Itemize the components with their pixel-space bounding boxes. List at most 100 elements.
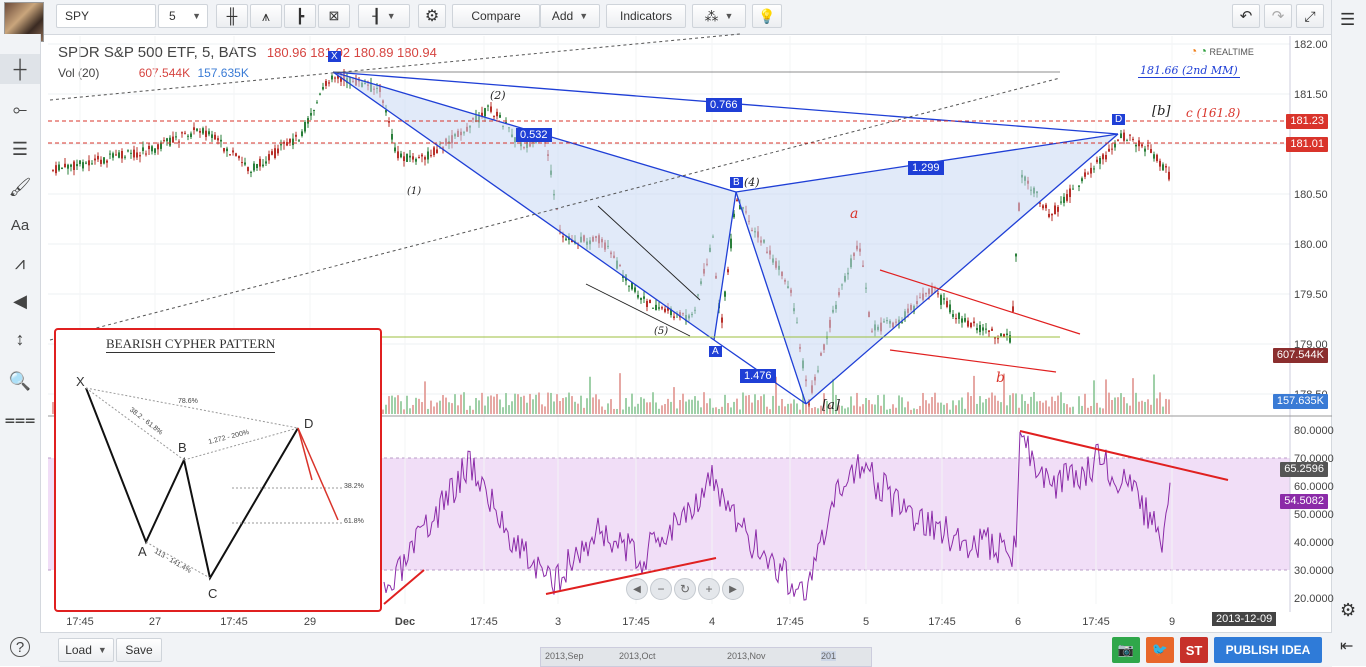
volume-bar <box>1045 400 1047 414</box>
candle-body <box>829 319 831 328</box>
candle-body <box>556 209 558 211</box>
reset-button[interactable]: ↻ <box>674 578 696 600</box>
volume-bar <box>406 395 408 414</box>
candle-body <box>370 82 372 92</box>
help-button[interactable]: ? <box>0 632 40 662</box>
drawing-tools-select[interactable]: ⁂ ▼ <box>692 4 746 28</box>
candle-body <box>895 321 897 323</box>
volume-bar <box>499 399 501 414</box>
chart-type-select[interactable]: ┨ ▼ <box>358 4 410 28</box>
trendline-tool[interactable]: ⟜ <box>0 94 40 124</box>
point-d-label: D <box>1112 114 1126 125</box>
candle-body <box>925 292 927 295</box>
settings-button[interactable]: ⚙ <box>418 4 446 28</box>
candles-style-button[interactable]: ╫ <box>216 4 248 28</box>
pattern-line <box>713 191 737 341</box>
candle-body <box>331 75 333 80</box>
zoom-in-button[interactable]: + <box>698 578 720 600</box>
candle-body <box>208 131 210 135</box>
scroll-left-button[interactable]: ◀ <box>626 578 648 600</box>
pattern-tool[interactable]: ⩘ <box>0 248 40 278</box>
oscillator-line <box>383 431 1171 601</box>
candle-body <box>274 148 276 158</box>
volume-bar <box>1153 374 1155 414</box>
volume-bar <box>871 404 873 414</box>
candle-body <box>1045 204 1047 209</box>
volume-bar <box>460 394 462 414</box>
volume-bar <box>913 408 915 414</box>
snapshot-button[interactable]: 📷 <box>1112 637 1140 663</box>
fullscreen-button[interactable]: ⤢ <box>1296 4 1324 28</box>
volume-bar <box>919 405 921 414</box>
menu-icon[interactable]: ☰ <box>1340 10 1355 30</box>
volume-bar <box>928 403 930 414</box>
crosshair-tool[interactable]: ┼ <box>0 54 40 84</box>
symbol-input[interactable]: SPY <box>56 4 156 28</box>
indicator-template-button[interactable]: ⩚ <box>250 4 282 28</box>
publish-idea-button[interactable]: PUBLISH IDEA <box>1214 637 1322 663</box>
candle-body <box>520 142 522 147</box>
realtime-badge: ◔ ◔ REALTIME <box>1190 44 1254 58</box>
save-button[interactable]: Save <box>116 638 162 662</box>
compare-button[interactable]: Compare <box>452 4 540 28</box>
arrow-tool[interactable]: ◀ <box>0 286 40 316</box>
volume-bar <box>631 393 633 414</box>
volume-bar <box>622 409 624 414</box>
candle-body <box>778 265 780 270</box>
candle-body <box>1012 306 1014 312</box>
magnet-tool[interactable]: ⩶ <box>0 404 40 434</box>
candle-body <box>673 316 675 319</box>
candles-icon: ╫ <box>226 7 238 25</box>
osc-tag-a: 65.2596 <box>1280 462 1328 477</box>
interval-select[interactable]: 5 ▼ <box>158 4 208 28</box>
zoom-out-button[interactable]: − <box>650 578 672 600</box>
scroll-right-button[interactable]: ▶ <box>722 578 744 600</box>
wedge-lower <box>889 349 1057 373</box>
zoom-tool[interactable]: 🔍 <box>0 366 40 396</box>
redo-button[interactable]: ↷ <box>1264 4 1292 28</box>
volume-bar <box>1111 399 1113 414</box>
undo-button[interactable]: ↶ <box>1232 4 1260 28</box>
osc-tick-label: 50.0000 <box>1294 509 1334 521</box>
candle-body <box>1153 154 1155 159</box>
volume-bar <box>895 407 897 414</box>
bottom-bar: Load ▼ Save 2013,Sep 2013,Oct 2013,Nov 20… <box>40 632 1332 667</box>
navigator-bar[interactable]: 2013,Sep 2013,Oct 2013,Nov 201 <box>540 647 872 667</box>
twitter-button[interactable]: 🐦 <box>1146 637 1174 663</box>
candle-body <box>346 77 348 83</box>
add-label: Add <box>551 9 574 23</box>
measure-tool[interactable]: ↕ <box>0 324 40 354</box>
volume-bar <box>676 408 678 414</box>
gear-icon[interactable]: ⚙ <box>1340 600 1356 621</box>
point-figure-button[interactable]: ⊠ <box>318 4 350 28</box>
candle-body <box>703 268 705 274</box>
candle-body <box>433 147 435 156</box>
candle-body <box>493 115 495 117</box>
candle-body <box>268 154 270 161</box>
idea-button[interactable]: 💡 <box>752 4 782 28</box>
volume-bar <box>970 396 972 414</box>
candle-body <box>1135 144 1137 147</box>
volume-bar <box>589 376 591 414</box>
fib-tool[interactable]: ☰ <box>0 134 40 164</box>
candle-body <box>838 292 840 296</box>
candle-body <box>1141 144 1143 147</box>
volume-bar <box>763 394 765 414</box>
candle-body <box>931 286 933 295</box>
bars-style-button[interactable]: ┣ <box>284 4 316 28</box>
brush-tool[interactable]: 🖌 <box>0 172 40 202</box>
load-button[interactable]: Load ▼ <box>58 638 114 662</box>
add-button[interactable]: Add ▼ <box>540 4 600 28</box>
candle-body <box>982 327 984 331</box>
chart-nav-controls: ◀ − ↻ + ▶ <box>626 578 744 600</box>
stocktwits-button[interactable]: ST <box>1180 637 1208 663</box>
candle-body <box>436 149 438 154</box>
candle-body <box>661 307 663 309</box>
text-tool[interactable]: Aa <box>0 210 40 240</box>
candle-body <box>262 164 264 167</box>
volume-bar <box>976 403 978 414</box>
candle-body <box>190 133 192 138</box>
candle-body <box>205 130 207 137</box>
exit-icon[interactable]: ⇤ <box>1340 636 1353 656</box>
indicators-button[interactable]: Indicators <box>606 4 686 28</box>
